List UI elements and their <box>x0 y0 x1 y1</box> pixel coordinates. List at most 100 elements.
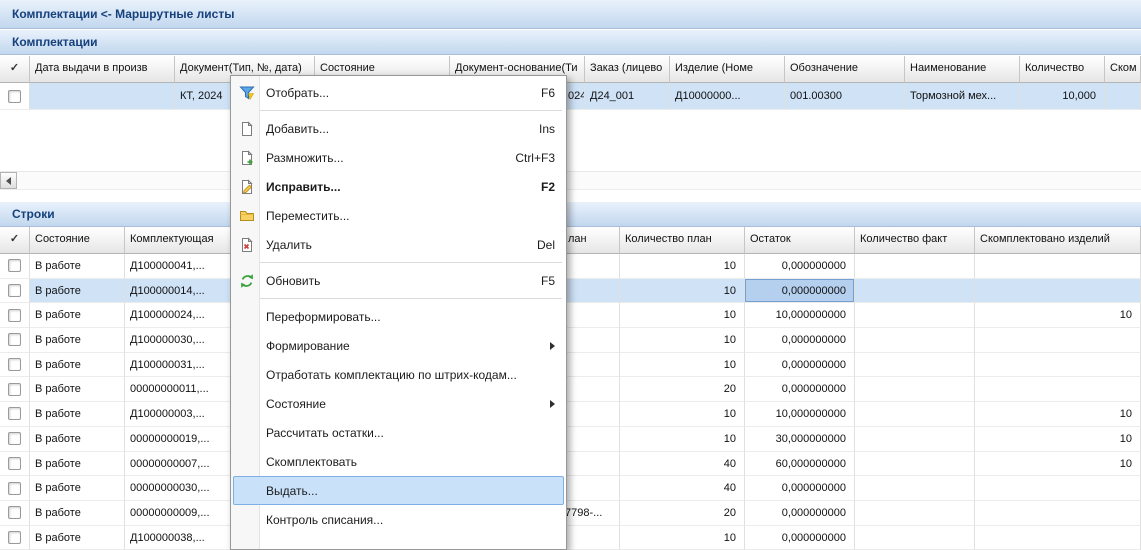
cell-assembled-products[interactable] <box>975 279 1141 304</box>
context-menu-item[interactable]: Переформировать... <box>233 302 564 331</box>
context-menu-item[interactable]: Исправить...F2 <box>233 172 564 201</box>
cell-quantity-fact[interactable] <box>855 476 975 501</box>
column-header-component[interactable]: Комплектующая <box>125 227 232 254</box>
cell-issue-date[interactable] <box>30 83 175 110</box>
column-header-plan-partial[interactable]: лан <box>560 227 620 254</box>
row-checkbox-cell[interactable] <box>0 526 30 550</box>
context-menu-item[interactable]: Состояние <box>233 389 564 418</box>
cell-component[interactable]: Д100000038,... <box>125 526 232 550</box>
cell-extra[interactable] <box>560 279 620 304</box>
cell-state[interactable]: В работе <box>30 279 125 304</box>
stroki-row[interactable]: В работе00000000011,...200,000000000 <box>0 377 1141 402</box>
cell-extra[interactable] <box>560 402 620 427</box>
column-header-quantity-plan[interactable]: Количество план <box>620 227 745 254</box>
row-checkbox[interactable] <box>8 383 21 396</box>
column-header-quantity[interactable]: Количество <box>1020 56 1105 83</box>
cell-assembled-products[interactable]: 10 <box>975 402 1141 427</box>
cell-quantity-fact[interactable] <box>855 328 975 353</box>
stroki-row[interactable]: В работеД100000003,...1010,00000000010 <box>0 402 1141 427</box>
cell-quantity-fact[interactable] <box>855 427 975 452</box>
cell-quantity-plan[interactable]: 10 <box>620 402 745 427</box>
cell-assembled-products[interactable] <box>975 501 1141 526</box>
row-checkbox-cell[interactable] <box>0 353 30 378</box>
column-header-issue-date[interactable]: Дата выдачи в произв <box>30 56 175 83</box>
cell-assembled[interactable] <box>1105 83 1141 110</box>
cell-quantity-plan[interactable]: 10 <box>620 526 745 550</box>
cell-state[interactable]: В работе <box>30 353 125 378</box>
row-checkbox[interactable] <box>8 259 21 272</box>
cell-state[interactable]: В работе <box>30 501 125 526</box>
cell-state[interactable]: В работе <box>30 452 125 477</box>
cell-quantity-plan[interactable]: 10 <box>620 328 745 353</box>
cell-component[interactable]: Д100000024,... <box>125 303 232 328</box>
cell-assembled-products[interactable] <box>975 254 1141 279</box>
cell-assembled-products[interactable]: 10 <box>975 452 1141 477</box>
cell-quantity-fact[interactable] <box>855 303 975 328</box>
cell-component[interactable]: Д100000030,... <box>125 328 232 353</box>
column-header-check[interactable]: ✓ <box>0 56 30 83</box>
stroki-row[interactable]: В работе00000000019,...1030,00000000010 <box>0 427 1141 452</box>
context-menu-item[interactable]: Добавить...Ins <box>233 114 564 143</box>
horizontal-scrollbar[interactable] <box>0 172 1141 190</box>
cell-remainder[interactable]: 0,000000000 <box>745 377 855 402</box>
cell-assembled-products[interactable] <box>975 377 1141 402</box>
scroll-left-button[interactable] <box>0 172 17 189</box>
cell-assembled-products[interactable] <box>975 526 1141 550</box>
context-menu-item[interactable]: Скомплектовать <box>233 447 564 476</box>
cell-quantity-plan[interactable]: 20 <box>620 377 745 402</box>
context-menu-item[interactable]: Отработать комплектацию по штрих-кодам..… <box>233 360 564 389</box>
cell-component[interactable]: Д100000031,... <box>125 353 232 378</box>
cell-remainder[interactable]: 0,000000000 <box>745 476 855 501</box>
stroki-row[interactable]: В работе00000000009,...7798-...200,00000… <box>0 501 1141 526</box>
cell-quantity-fact[interactable] <box>855 501 975 526</box>
cell-extra[interactable] <box>560 328 620 353</box>
column-header-designation[interactable]: Обозначение <box>785 56 905 83</box>
row-checkbox-cell[interactable] <box>0 377 30 402</box>
cell-state[interactable]: В работе <box>30 476 125 501</box>
cell-remainder[interactable]: 30,000000000 <box>745 427 855 452</box>
cell-quantity-fact[interactable] <box>855 526 975 550</box>
cell-remainder[interactable]: 0,000000000 <box>745 279 855 304</box>
cell-quantity[interactable]: 10,000 <box>1020 83 1105 110</box>
context-menu-item[interactable]: УдалитьDel <box>233 230 564 259</box>
column-header-name[interactable]: Наименование <box>905 56 1020 83</box>
cell-quantity-plan[interactable]: 10 <box>620 427 745 452</box>
cell-name[interactable]: Тормозной мех... <box>905 83 1020 110</box>
cell-remainder[interactable]: 10,000000000 <box>745 303 855 328</box>
cell-remainder[interactable]: 10,000000000 <box>745 402 855 427</box>
row-checkbox-cell[interactable] <box>0 328 30 353</box>
cell-quantity-plan[interactable]: 40 <box>620 452 745 477</box>
cell-component[interactable]: Д100000014,... <box>125 279 232 304</box>
column-header-quantity-fact[interactable]: Количество факт <box>855 227 975 254</box>
context-menu-item[interactable]: Размножить...Ctrl+F3 <box>233 143 564 172</box>
stroki-row[interactable]: В работе00000000007,...4060,00000000010 <box>0 452 1141 477</box>
column-header-state[interactable]: Состояние <box>30 227 125 254</box>
cell-remainder[interactable]: 0,000000000 <box>745 328 855 353</box>
cell-extra[interactable] <box>560 377 620 402</box>
column-header-check[interactable]: ✓ <box>0 227 30 254</box>
cell-state[interactable]: В работе <box>30 427 125 452</box>
context-menu-item[interactable]: ОбновитьF5 <box>233 266 564 295</box>
cell-assembled-products[interactable]: 10 <box>975 427 1141 452</box>
cell-quantity-plan[interactable]: 10 <box>620 254 745 279</box>
cell-state[interactable]: В работе <box>30 526 125 550</box>
row-checkbox-cell[interactable] <box>0 427 30 452</box>
row-checkbox[interactable] <box>8 482 21 495</box>
stroki-row[interactable]: В работеД100000031,...100,000000000 <box>0 353 1141 378</box>
stroki-row[interactable]: В работеД100000024,...1010,00000000010 <box>0 303 1141 328</box>
komplektacii-row[interactable]: КТ, 2024 024 Д24_001 Д10000000... 001.00… <box>0 83 1141 110</box>
row-checkbox[interactable] <box>8 90 21 103</box>
cell-remainder[interactable]: 0,000000000 <box>745 353 855 378</box>
cell-state[interactable]: В работе <box>30 254 125 279</box>
cell-remainder[interactable]: 0,000000000 <box>745 501 855 526</box>
row-checkbox[interactable] <box>8 457 21 470</box>
row-checkbox[interactable] <box>8 432 21 445</box>
cell-state[interactable]: В работе <box>30 377 125 402</box>
cell-component[interactable]: Д100000041,... <box>125 254 232 279</box>
cell-quantity-fact[interactable] <box>855 254 975 279</box>
cell-extra[interactable] <box>560 452 620 477</box>
cell-quantity-plan[interactable]: 10 <box>620 303 745 328</box>
cell-quantity-fact[interactable] <box>855 377 975 402</box>
row-checkbox-cell[interactable] <box>0 452 30 477</box>
column-header-assembled[interactable]: Ском <box>1105 56 1141 83</box>
